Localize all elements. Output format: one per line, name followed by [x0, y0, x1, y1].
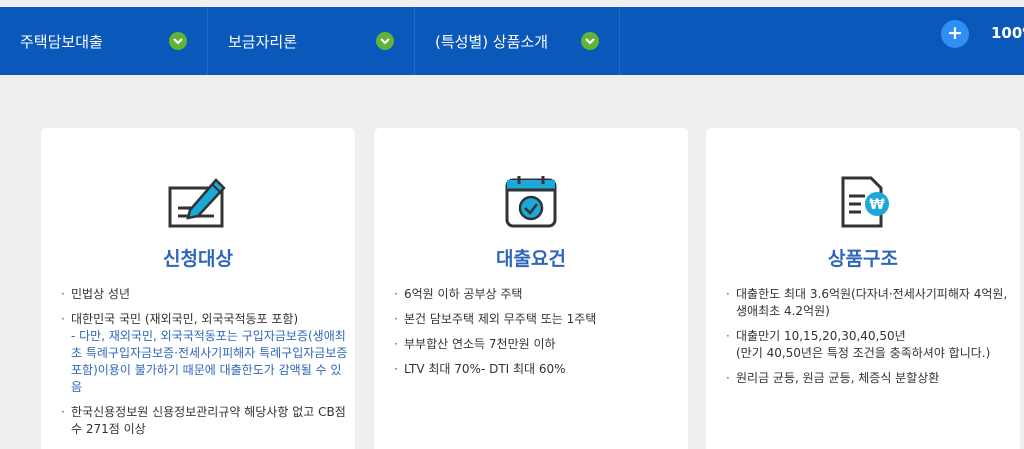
- list-item: 민법상 성년: [61, 286, 351, 303]
- list-item: LTV 최대 70%- DTI 최대 60%: [394, 361, 684, 378]
- bullet-text: 대출만기 10,15,20,30,40,50년: [736, 329, 906, 343]
- bullet-note: - 다만, 재외국민, 외국국적동포는 구입자금보증(생애최초 특례구입자금보증…: [71, 329, 348, 394]
- card-title: 상품구조: [828, 248, 898, 270]
- list-item: 본건 담보주택 제외 무주택 또는 1주택: [394, 311, 684, 328]
- list-item: 대한민국 국민 (재외국민, 외국국적동포 포함) - 다만, 재외국민, 외국…: [61, 311, 351, 396]
- chevron-down-icon[interactable]: [581, 32, 599, 50]
- nav-item-product-intro[interactable]: (특성별) 상품소개: [415, 7, 620, 75]
- card-title: 신청대상: [163, 248, 233, 270]
- list-item: 한국신용정보원 신용정보관리규약 해당사항 없고 CB점수 271점 이상: [61, 404, 351, 438]
- list-item: 6억원 이하 공부상 주택: [394, 286, 684, 303]
- zoom-level: 100%: [991, 24, 1024, 42]
- nav-item-label: 보금자리론: [228, 32, 298, 51]
- card-title: 대출요건: [496, 248, 566, 270]
- nav-item-label: 주택담보대출: [20, 32, 103, 51]
- bullet-text: 부부합산 연소득 7천만원 이하: [404, 337, 556, 351]
- card-eligibility: 신청대상 민법상 성년 대한민국 국민 (재외국민, 외국국적동포 포함) - …: [41, 128, 355, 449]
- nav-item-bogeumjari-loan[interactable]: 보금자리론: [208, 7, 415, 75]
- list-item: 대출한도 최대 3.6억원(다자녀·전세사기피해자 4억원, 생애최초 4.2억…: [726, 286, 1016, 320]
- chevron-down-icon[interactable]: [376, 32, 394, 50]
- bullet-note: (만기 40,50년은 특정 조건을 충족하셔야 합니다.): [736, 346, 991, 360]
- bullet-text: 원리금 균등, 원금 균등, 체증식 분할상환: [736, 371, 940, 385]
- zoom-in-button[interactable]: +: [941, 20, 969, 48]
- bullet-list: 대출한도 최대 3.6억원(다자녀·전세사기피해자 4억원, 생애최초 4.2억…: [726, 286, 1016, 395]
- bullet-list: 민법상 성년 대한민국 국민 (재외국민, 외국국적동포 포함) - 다만, 재…: [61, 286, 351, 446]
- list-item: 원리금 균등, 원금 균등, 체증식 분할상환: [726, 370, 1016, 387]
- won-document-icon: ₩: [841, 176, 889, 228]
- bullet-text: 6억원 이하 공부상 주택: [404, 287, 523, 301]
- card-product-structure: ₩ 상품구조 대출한도 최대 3.6억원(다자녀·전세사기피해자 4억원, 생애…: [706, 128, 1020, 449]
- bullet-text: 대한민국 국민 (재외국민, 외국국적동포 포함): [71, 312, 299, 326]
- bullet-text: 민법상 성년: [71, 287, 131, 301]
- pen-document-icon: [168, 178, 226, 228]
- chevron-down-icon[interactable]: [169, 32, 187, 50]
- nav-item-mortgage-loan[interactable]: 주택담보대출: [0, 7, 208, 75]
- svg-text:₩: ₩: [869, 197, 885, 213]
- bullet-text: 본건 담보주택 제외 무주택 또는 1주택: [404, 312, 597, 326]
- calendar-check-icon: [505, 176, 557, 228]
- nav-item-label: (특성별) 상품소개: [435, 32, 549, 51]
- list-item: 부부합산 연소득 7천만원 이하: [394, 336, 684, 353]
- card-loan-requirements: 대출요건 6억원 이하 공부상 주택 본건 담보주택 제외 무주택 또는 1주택…: [374, 128, 688, 449]
- list-item: 대출만기 10,15,20,30,40,50년 (만기 40,50년은 특정 조…: [726, 328, 1016, 362]
- bullet-list: 6억원 이하 공부상 주택 본건 담보주택 제외 무주택 또는 1주택 부부합산…: [394, 286, 684, 386]
- bullet-text: LTV 최대 70%- DTI 최대 60%: [404, 362, 566, 376]
- bullet-text: 대출한도 최대 3.6억원(다자녀·전세사기피해자 4억원, 생애최초 4.2억…: [736, 287, 1008, 318]
- top-navigation-bar: 주택담보대출 보금자리론 (특성별) 상품소개: [0, 7, 1024, 75]
- bullet-text: 한국신용정보원 신용정보관리규약 해당사항 없고 CB점수 271점 이상: [71, 405, 346, 436]
